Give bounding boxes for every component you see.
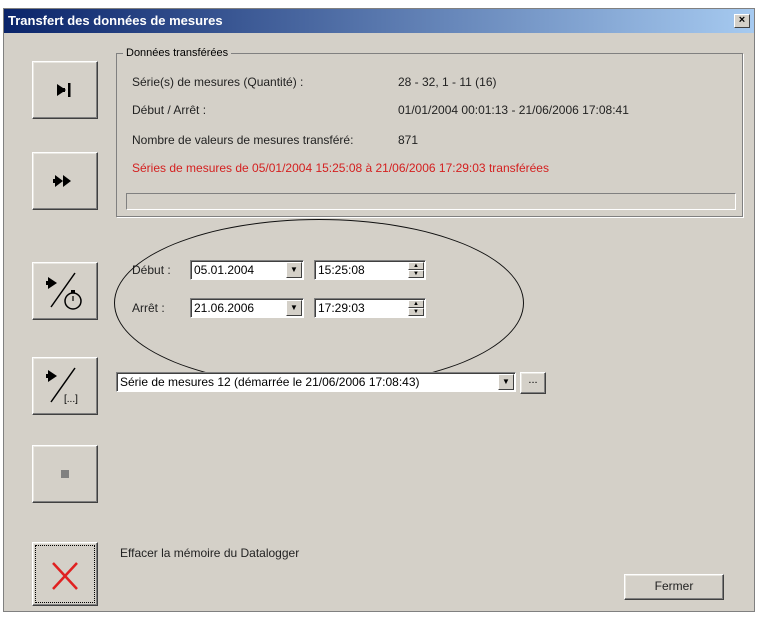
start-stop-value: 01/01/2004 00:01:13 - 21/06/2006 17:08:4… <box>398 103 629 117</box>
start-date-value: 05.01.2004 <box>194 263 255 277</box>
transferred-data-group: Données transférées <box>116 47 743 217</box>
series-selected-value: Série de mesures 12 (démarrée le 21/06/2… <box>120 375 420 389</box>
close-icon[interactable]: × <box>734 14 750 28</box>
window-title: Transfert des données de mesures <box>8 13 223 28</box>
transfer-all-button[interactable] <box>32 152 98 210</box>
erase-memory-button[interactable] <box>32 542 98 606</box>
transfer-progress-bar <box>126 193 736 210</box>
spin-up-icon[interactable]: ▲ <box>408 262 424 270</box>
close-button[interactable]: Fermer <box>624 574 724 600</box>
start-time-value: 15:25:08 <box>318 263 365 277</box>
series-quantity-label: Série(s) de mesures (Quantité) : <box>132 75 304 89</box>
values-count-label: Nombre de valeurs de mesures transféré: <box>132 133 354 147</box>
transfer-time-range-button[interactable] <box>32 262 98 320</box>
series-dropdown[interactable]: Série de mesures 12 (démarrée le 21/06/2… <box>116 372 516 392</box>
spin-up-icon[interactable]: ▲ <box>408 300 424 308</box>
erase-memory-label: Effacer la mémoire du Datalogger <box>120 546 300 560</box>
stop-button[interactable] <box>32 445 98 503</box>
stop-date-value: 21.06.2006 <box>194 301 255 315</box>
start-label: Début : <box>132 263 171 277</box>
chevron-down-icon[interactable]: ▼ <box>286 262 302 278</box>
stop-date-dropdown[interactable]: 21.06.2006 ▼ <box>190 298 304 318</box>
transfer-series-button[interactable]: [...] <box>32 357 98 415</box>
red-x-icon <box>52 562 78 590</box>
arrow-to-bar-icon <box>57 83 71 97</box>
stop-time-spinner[interactable]: 17:29:03 ▲ ▼ <box>314 298 426 318</box>
transfer-to-end-button[interactable] <box>32 61 98 119</box>
stop-time-value: 17:29:03 <box>318 301 365 315</box>
transfer-dialog: Transfert des données de mesures × [...]… <box>3 8 755 612</box>
spin-buttons[interactable]: ▲ ▼ <box>408 262 424 278</box>
start-date-dropdown[interactable]: 05.01.2004 ▼ <box>190 260 304 280</box>
chevron-down-icon[interactable]: ▼ <box>498 374 514 390</box>
values-count-value: 871 <box>398 133 419 147</box>
double-arrow-icon <box>53 175 71 187</box>
transfer-status-text: Séries de mesures de 05/01/2004 15:25:08… <box>132 161 549 175</box>
start-time-spinner[interactable]: 15:25:08 ▲ ▼ <box>314 260 426 280</box>
stop-label: Arrêt : <box>132 301 165 315</box>
browse-series-button[interactable]: ... <box>520 372 546 394</box>
svg-text:[...]: [...] <box>64 394 78 405</box>
arrow-stopwatch-icon <box>46 272 82 310</box>
series-quantity-value: 28 - 32, 1 - 11 (16) <box>398 75 497 89</box>
arrow-bracket-icon: [...] <box>46 367 78 405</box>
group-legend: Données transférées <box>126 47 229 59</box>
spin-down-icon[interactable]: ▼ <box>408 270 424 278</box>
spin-buttons[interactable]: ▲ ▼ <box>408 300 424 316</box>
stop-icon <box>61 470 69 478</box>
spin-down-icon[interactable]: ▼ <box>408 308 424 316</box>
start-stop-label: Début / Arrêt : <box>132 103 207 117</box>
title-bar: Transfert des données de mesures × <box>4 9 754 33</box>
chevron-down-icon[interactable]: ▼ <box>286 300 302 316</box>
